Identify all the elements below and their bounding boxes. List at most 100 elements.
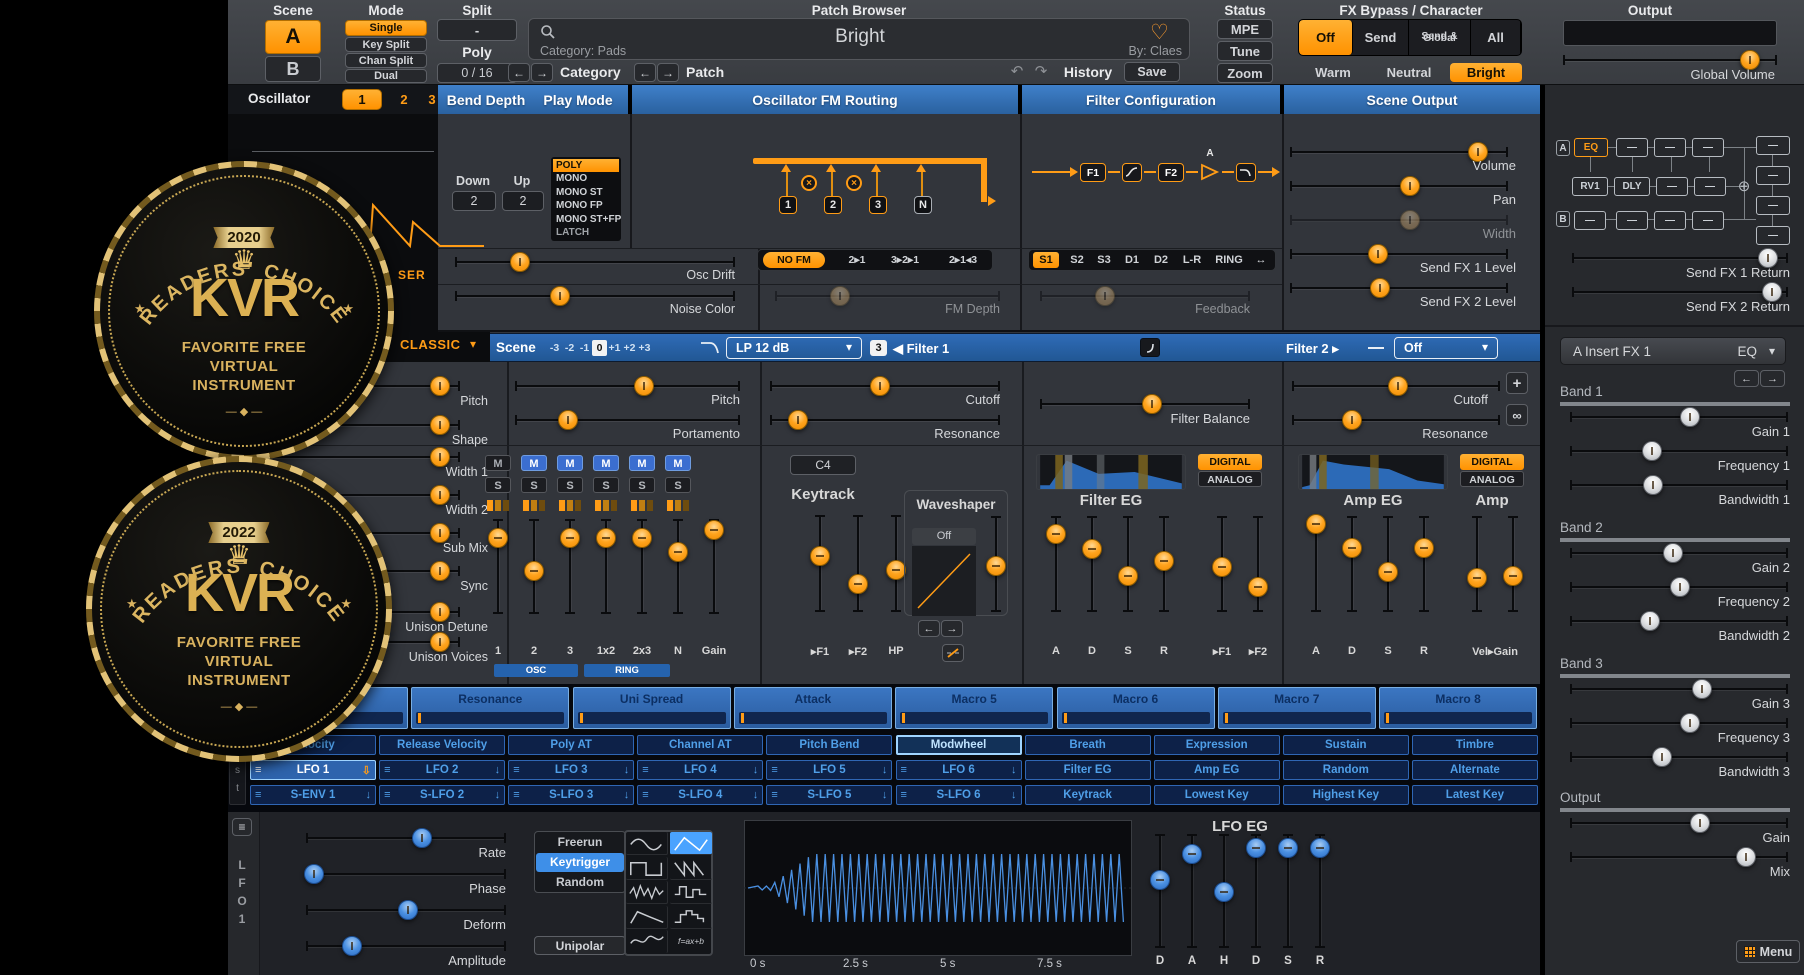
- mixer-level-1-handle[interactable]: [488, 528, 508, 548]
- filter-eg-slider-3-handle[interactable]: [1154, 551, 1174, 571]
- lfo-trigger-freerun[interactable]: Freerun: [536, 833, 624, 852]
- modsource-s-lfo-4[interactable]: ≡S-LFO 4↓: [637, 785, 763, 805]
- fxgrid-slot-a2[interactable]: —: [1616, 138, 1648, 157]
- lfo-menu-button[interactable]: ≡: [232, 818, 252, 836]
- macro-slot-4[interactable]: Attack: [734, 687, 892, 729]
- mixer-level-n-handle[interactable]: [668, 542, 688, 562]
- fcfg-option-0[interactable]: S1: [1033, 252, 1059, 268]
- fxgrid-slot-g3[interactable]: —: [1756, 196, 1790, 215]
- lfo-shape-formula[interactable]: f=ax+b: [670, 930, 712, 953]
- filter-link-button[interactable]: ∞: [1506, 404, 1528, 426]
- lfo-shape-sample-hold[interactable]: [670, 881, 712, 904]
- amp-eg-slider-3-handle[interactable]: [1414, 538, 1434, 558]
- osc-drift-handle[interactable]: [510, 252, 530, 272]
- osc-type-caret-icon[interactable]: ▾: [470, 337, 476, 351]
- modsource-menu-icon[interactable]: ≡: [642, 789, 648, 801]
- modsource-keytrack[interactable]: Keytrack: [1025, 785, 1151, 805]
- patch-next-button[interactable]: →: [657, 63, 679, 82]
- modsource-breath[interactable]: Breath: [1025, 735, 1151, 755]
- lfo-eg-slider-4-handle[interactable]: [1278, 838, 1298, 858]
- modsource-arm-icon[interactable]: ⇩: [362, 764, 371, 777]
- split-value-button[interactable]: -: [437, 19, 517, 41]
- modsource-menu-icon[interactable]: ≡: [901, 764, 907, 776]
- mixer-mute-5[interactable]: M: [629, 455, 655, 471]
- play-mode-mono-st-fp[interactable]: MONO ST+FP: [553, 213, 619, 226]
- modsource-lfo-2[interactable]: ≡LFO 2↓: [379, 760, 505, 780]
- macro-slot-3[interactable]: Uni Spread: [573, 687, 731, 729]
- filter-eg-slider-4-handle[interactable]: [1212, 557, 1232, 577]
- noise-color-handle[interactable]: [550, 286, 570, 306]
- modsource-arm-icon[interactable]: ↓: [624, 789, 630, 801]
- modsource-modwheel[interactable]: Modwheel: [896, 735, 1022, 755]
- insert-fx-next-button[interactable]: →: [1760, 370, 1785, 387]
- filter1-resonance-handle[interactable]: [788, 410, 808, 430]
- modsource-arm-icon[interactable]: ↓: [753, 789, 759, 801]
- lfo-shape-saw[interactable]: [670, 857, 712, 880]
- scene-octave-0[interactable]: 0: [592, 340, 607, 356]
- scene-octave-+3[interactable]: +3: [637, 340, 652, 356]
- mixer-solo-3[interactable]: S: [557, 477, 583, 493]
- modsource-pitch-bend[interactable]: Pitch Bend: [766, 735, 892, 755]
- fcfg-option-3[interactable]: D1: [1120, 252, 1144, 268]
- lfo-shape-noise[interactable]: [626, 881, 668, 904]
- fcfg-option-4[interactable]: D2: [1149, 252, 1173, 268]
- modsource-menu-icon[interactable]: ≡: [513, 764, 519, 776]
- macro-slot-8[interactable]: Macro 8: [1379, 687, 1537, 729]
- fxgrid-slot-send2-dly[interactable]: DLY: [1614, 177, 1650, 196]
- amp-eg-slider-2-handle[interactable]: [1378, 562, 1398, 582]
- modsource-arm-icon[interactable]: ↓: [495, 764, 501, 776]
- modsource-arm-icon[interactable]: ↓: [882, 789, 888, 801]
- macro-value-bar-5[interactable]: [900, 712, 1048, 724]
- osc-param-width-2-handle[interactable]: [430, 485, 450, 505]
- macro-slot-7[interactable]: Macro 7: [1218, 687, 1376, 729]
- modsource-amp-eg[interactable]: Amp EG: [1154, 760, 1280, 780]
- fx-bypass-option-off[interactable]: Off: [1299, 20, 1353, 55]
- modsource-release-velocity[interactable]: Release Velocity: [379, 735, 505, 755]
- scene-portamento-handle[interactable]: [558, 410, 578, 430]
- modsource-timbre[interactable]: Timbre: [1412, 735, 1538, 755]
- filter-eg-slider-0-handle[interactable]: [1046, 524, 1066, 544]
- scene-octave--2[interactable]: -2: [562, 340, 577, 356]
- modsource-s-lfo-2[interactable]: ≡S-LFO 2↓: [379, 785, 505, 805]
- modsource-lfo-3[interactable]: ≡LFO 3↓: [508, 760, 634, 780]
- mixer-solo-5[interactable]: S: [629, 477, 655, 493]
- osc-param-pitch-handle[interactable]: [430, 376, 450, 396]
- modsource-lfo-6[interactable]: ≡LFO 6↓: [896, 760, 1022, 780]
- amp-eg-slider-0-handle[interactable]: [1306, 514, 1326, 534]
- insert-fx-prev-button[interactable]: ←: [1734, 370, 1759, 387]
- fxgrid-slot-g4[interactable]: —: [1756, 226, 1790, 245]
- mixer-level-3-handle[interactable]: [560, 528, 580, 548]
- fcfg-option-2[interactable]: S3: [1093, 252, 1115, 268]
- modsource-s-env-1[interactable]: ≡S-ENV 1↓: [250, 785, 376, 805]
- macro-value-bar-8[interactable]: [1384, 712, 1532, 724]
- filter1-subtype-badge[interactable]: 3: [870, 340, 887, 356]
- bend-up-value[interactable]: 2: [502, 191, 544, 211]
- lfo-eg-slider-3-handle[interactable]: [1246, 838, 1266, 858]
- modsource-alternate[interactable]: Alternate: [1412, 760, 1538, 780]
- lfo-eg-slider-2-handle[interactable]: [1214, 882, 1234, 902]
- amp-eg-slider-1-handle[interactable]: [1342, 538, 1362, 558]
- osc-tab-2[interactable]: 2: [394, 92, 414, 107]
- modsource-highest-key[interactable]: Highest Key: [1283, 785, 1409, 805]
- fcfg-option-6[interactable]: RING: [1211, 252, 1247, 268]
- lfo-eg-slider-0-handle[interactable]: [1150, 870, 1170, 890]
- redo-icon[interactable]: ↷: [1030, 62, 1052, 80]
- menu-button[interactable]: Menu: [1736, 940, 1800, 963]
- category-prev-button[interactable]: ←: [508, 63, 530, 82]
- modsource-menu-icon[interactable]: ≡: [255, 764, 261, 776]
- mixer-level-gain-handle[interactable]: [704, 520, 724, 540]
- mixer-mute-1[interactable]: M: [485, 455, 511, 471]
- poly-count-button[interactable]: 0 / 16: [437, 63, 517, 83]
- fxgrid-slot-send1-rv1[interactable]: RV1: [1572, 177, 1608, 196]
- modsource-s-lfo-3[interactable]: ≡S-LFO 3↓: [508, 785, 634, 805]
- fx-bypass-option-send---global[interactable]: Send & Global: [1409, 20, 1471, 55]
- osc-param-shape-handle[interactable]: [430, 415, 450, 435]
- amp-eg-vel-handle[interactable]: [1467, 568, 1487, 588]
- lfo-shape-triangle[interactable]: [670, 832, 712, 855]
- lfo-shape-sine[interactable]: [626, 832, 668, 855]
- modsource-menu-icon[interactable]: ≡: [384, 764, 390, 776]
- modsource-arm-icon[interactable]: ↓: [624, 764, 630, 776]
- macro-value-bar-3[interactable]: [578, 712, 726, 724]
- fxgrid-slot-b1[interactable]: —: [1574, 211, 1606, 230]
- fm-depth-handle[interactable]: [830, 286, 850, 306]
